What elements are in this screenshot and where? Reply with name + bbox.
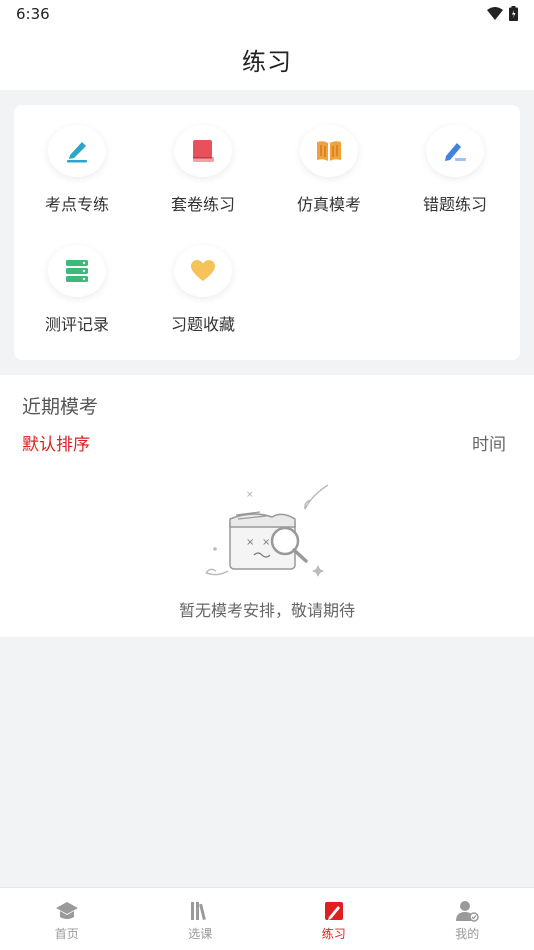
menu-item-label: 套卷练习: [170, 195, 235, 214]
tab-practice[interactable]: 练习: [267, 888, 401, 950]
book-icon: [174, 125, 232, 177]
recent-mock-exams: 近期模考 默认排序 时间 × × × 暂无模考安排，敬请期待: [0, 375, 534, 637]
sort-time-button[interactable]: 时间: [472, 430, 506, 455]
bottom-tab-bar: 首页 选课 练习 我的: [0, 887, 534, 950]
menu-item-key-points[interactable]: 考点专练: [14, 105, 140, 215]
edit-icon: [426, 125, 484, 177]
graduation-cap-icon: [55, 902, 78, 919]
empty-state-illustration: × × ×: [205, 484, 329, 577]
status-time: 6:36: [16, 5, 50, 23]
sort-default-button[interactable]: 默认排序: [22, 430, 90, 455]
wifi-icon: [487, 6, 503, 20]
empty-state-text: 暂无模考安排，敬请期待: [178, 601, 355, 620]
menu-item-label: 错题练习: [422, 195, 487, 214]
section-title: 近期模考: [22, 396, 99, 418]
open-book-icon: [300, 125, 358, 177]
status-icons: [487, 6, 518, 21]
heart-icon: [174, 245, 232, 297]
pen-icon: [48, 125, 106, 177]
tab-home[interactable]: 首页: [0, 888, 134, 950]
records-icon: [48, 245, 106, 297]
menu-item-label: 习题收藏: [170, 315, 235, 334]
practice-menu: 考点专练 套卷练习 仿真模考 错题练习 测评记录 习题收藏: [14, 105, 520, 360]
menu-item-label: 仿真模考: [296, 195, 361, 214]
tab-label: 选课: [188, 927, 213, 941]
header: 练习: [0, 28, 534, 90]
books-icon: [191, 902, 207, 921]
menu-item-full-papers[interactable]: 套卷练习: [140, 105, 266, 215]
tab-profile[interactable]: 我的: [401, 888, 534, 950]
tab-label: 我的: [455, 927, 480, 941]
menu-item-label: 测评记录: [44, 315, 109, 334]
practice-icon: [324, 902, 343, 920]
menu-item-wrong-questions[interactable]: 错题练习: [392, 105, 518, 215]
menu-item-label: 考点专练: [44, 195, 109, 214]
tab-label: 练习: [321, 927, 346, 941]
tab-courses[interactable]: 选课: [134, 888, 268, 950]
menu-item-favorites[interactable]: 习题收藏: [140, 225, 266, 335]
status-bar: 6:36: [0, 0, 534, 28]
menu-item-assessment-records[interactable]: 测评记录: [14, 225, 140, 335]
user-icon: [456, 901, 479, 922]
svg-text:×: ×: [246, 537, 254, 548]
menu-item-mock-exam[interactable]: 仿真模考: [266, 105, 392, 215]
page-title: 练习: [242, 47, 292, 76]
svg-text:×: ×: [262, 537, 270, 548]
svg-text:×: ×: [246, 490, 254, 500]
battery-icon: [509, 6, 518, 21]
tab-label: 首页: [54, 927, 79, 941]
